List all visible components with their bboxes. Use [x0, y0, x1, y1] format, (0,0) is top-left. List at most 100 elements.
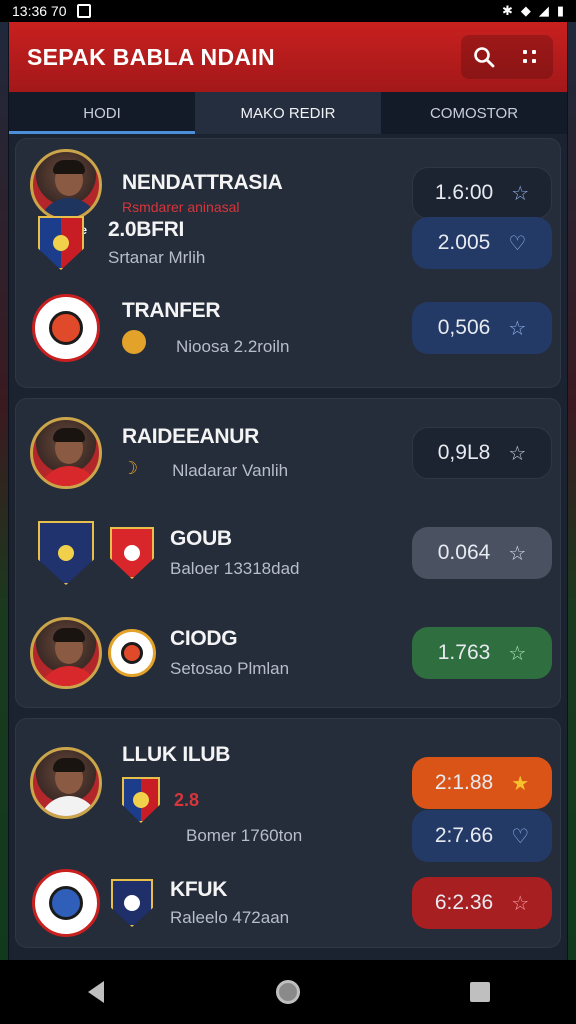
- club-crest-column: [16, 521, 116, 585]
- odds-button[interactable]: 0.064 ☆: [412, 527, 552, 579]
- odds-column: 6:2.36 ☆: [410, 877, 560, 929]
- match-row[interactable]: Bomer 1760ton 2:7.66 ♡: [16, 809, 560, 863]
- odds-column: 0,506 ☆: [410, 302, 560, 354]
- club-crest-icon: [32, 294, 100, 362]
- odds-button[interactable]: 0,9L8 ☆: [412, 427, 552, 479]
- score-text: 2.8: [174, 789, 200, 810]
- odds-column: 1.6:00 ☆: [410, 167, 560, 219]
- match-info: KFUK Raleelo 472aan: [162, 878, 410, 928]
- star-icon[interactable]: ☆: [508, 441, 526, 466]
- match-list: Ekadke NENDATTRASIA Rsmdarer aninasal 1.…: [9, 134, 567, 948]
- odds-button[interactable]: 2.005 ♡: [412, 217, 552, 269]
- match-card: Ekadke NENDATTRASIA Rsmdarer aninasal 1.…: [15, 138, 561, 388]
- match-info: NENDATTRASIA Rsmdarer aninasal: [116, 171, 410, 215]
- search-icon: [474, 47, 495, 68]
- bluetooth-icon: ✱: [501, 3, 513, 18]
- club-crest-icon: [38, 521, 94, 585]
- match-row[interactable]: KFUK Raleelo 472aan 6:2.36 ☆: [16, 863, 560, 943]
- odds-value: 0.064: [437, 541, 491, 564]
- club-crest-icon: [38, 216, 84, 270]
- odds-value: 2:1.88: [434, 771, 494, 794]
- odds-button[interactable]: 1.6:00 ☆: [412, 167, 552, 219]
- club-crest-icon: [108, 629, 156, 677]
- club-crest-column: [102, 629, 162, 677]
- match-info: Bomer 1760ton: [116, 826, 410, 846]
- odds-button[interactable]: 1.763 ☆: [412, 627, 552, 679]
- team-name: RAIDEEANUR: [122, 425, 260, 448]
- player-avatar: [30, 417, 102, 489]
- team-subtitle: Setosao Plmlan: [170, 659, 290, 678]
- star-icon[interactable]: ☆: [508, 541, 526, 566]
- team-name: 2.0BFRI: [108, 218, 185, 241]
- match-info: TRANFER Nioosa 2.2roiln: [116, 299, 410, 357]
- star-icon[interactable]: ☆: [511, 891, 529, 916]
- status-bar: 13:36 70 ✱ ◆ ◢ ▮: [0, 0, 576, 22]
- team-name: GOUB: [170, 527, 232, 550]
- odds-value: 0,9L8: [437, 441, 491, 464]
- heart-icon[interactable]: ♡: [511, 824, 529, 849]
- odds-button[interactable]: 2:7.66 ♡: [412, 810, 552, 862]
- team-subtitle: Bomer 1760ton: [186, 826, 303, 845]
- odds-value: 6:2.36: [434, 891, 494, 914]
- odds-value: 1.6:00: [434, 181, 494, 204]
- app-title: SEPAK BABLA NDAIN: [27, 43, 275, 70]
- heart-icon[interactable]: ♡: [508, 231, 526, 256]
- more-menu-button[interactable]: [507, 35, 553, 79]
- app-header: SEPAK BABLA NDAIN: [9, 22, 567, 92]
- team-name: TRANFER: [122, 299, 221, 322]
- club-logo-icon: ☽: [122, 457, 139, 478]
- star-icon[interactable]: ☆: [508, 316, 526, 341]
- back-button[interactable]: [66, 962, 126, 1022]
- odds-column: 0,9L8 ☆: [410, 427, 560, 479]
- battery-icon: ▮: [556, 3, 564, 18]
- player-column: [16, 617, 116, 689]
- badge-icon: [122, 330, 146, 354]
- star-icon[interactable]: ★: [511, 771, 529, 796]
- home-button[interactable]: [258, 962, 318, 1022]
- team-subtitle: Baloer 13318dad: [170, 559, 300, 578]
- odds-value: 2:7.66: [434, 824, 494, 847]
- club-crest-column: [102, 879, 162, 927]
- player-column: [16, 417, 116, 489]
- odds-value: 0,506: [437, 316, 491, 339]
- star-icon[interactable]: ☆: [511, 181, 529, 206]
- match-info: CIODG Setosao Plmlan: [162, 627, 410, 679]
- team-name: LLUK ILUB: [122, 743, 231, 766]
- star-icon[interactable]: ☆: [508, 641, 526, 666]
- match-info: RAIDEEANUR ☽ Nladarar Vanlih: [116, 425, 410, 481]
- odds-value: 1.763: [437, 641, 491, 664]
- team-name: KFUK: [170, 878, 228, 901]
- odds-column: 0.064 ☆: [410, 527, 560, 579]
- match-row[interactable]: CIODG Setosao Plmlan 1.763 ☆: [16, 603, 560, 703]
- tab-hodi[interactable]: HODI: [9, 92, 195, 134]
- match-row[interactable]: 2.0BFRI Srtanar Mrlih 2.005 ♡: [16, 213, 560, 273]
- club-crest-column: [16, 869, 116, 937]
- match-row[interactable]: RAIDEEANUR ☽ Nladarar Vanlih 0,9L8 ☆: [16, 403, 560, 503]
- match-card: LLUK ILUB 2.8 2:1.88 ★ Bomer 1760ton 2:7…: [15, 718, 561, 948]
- club-crest-column: [16, 294, 116, 362]
- status-time: 13:36 70: [12, 3, 67, 19]
- odds-column: 2:7.66 ♡: [410, 810, 560, 862]
- odds-button[interactable]: 0,506 ☆: [412, 302, 552, 354]
- player-avatar: [30, 617, 102, 689]
- search-button[interactable]: [461, 35, 507, 79]
- club-crest-column: [102, 527, 162, 579]
- tab-comostor[interactable]: COMOSTOR: [381, 92, 567, 134]
- header-actions: [461, 35, 553, 79]
- home-icon: [276, 980, 300, 1004]
- match-row[interactable]: TRANFER Nioosa 2.2roiln 0,506 ☆: [16, 273, 560, 383]
- tab-mako-redir[interactable]: MAKO REDIR: [195, 92, 381, 134]
- match-row[interactable]: GOUB Baloer 13318dad 0.064 ☆: [16, 503, 560, 603]
- odds-button[interactable]: 2:1.88 ★: [412, 757, 552, 809]
- app-window: SEPAK BABLA NDAIN HODI MAKO REDIR COMOST…: [8, 22, 568, 960]
- club-crest-column: [26, 216, 96, 270]
- recents-button[interactable]: [450, 962, 510, 1022]
- club-crest-icon: [32, 869, 100, 937]
- match-card: RAIDEEANUR ☽ Nladarar Vanlih 0,9L8 ☆ GOU…: [15, 398, 561, 708]
- team-name: NENDATTRASIA: [122, 171, 283, 194]
- team-subtitle: Raleelo 472aan: [170, 908, 290, 927]
- odds-button[interactable]: 6:2.36 ☆: [412, 877, 552, 929]
- odds-value: 2.005: [437, 231, 491, 254]
- grid-dots-icon: [523, 50, 536, 63]
- match-info: 2.0BFRI Srtanar Mrlih: [96, 218, 410, 268]
